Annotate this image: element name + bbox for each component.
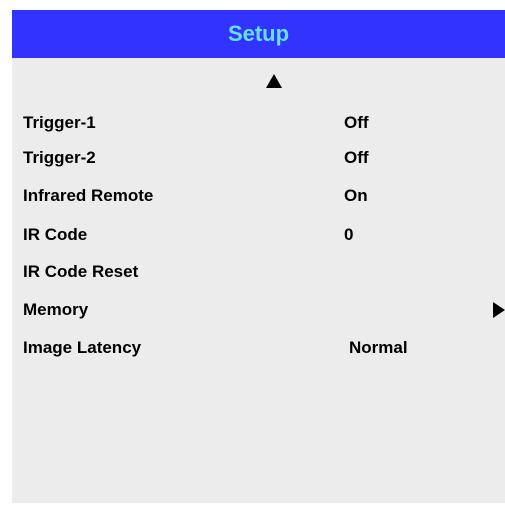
menu-title-bar: Setup — [12, 10, 505, 58]
menu-item-ir-code-reset[interactable]: IR Code Reset — [12, 257, 505, 287]
menu-item-value: Off — [344, 113, 369, 132]
menu-item-label: IR Code Reset — [23, 262, 139, 281]
menu-item-value: Normal — [349, 338, 408, 357]
submenu-arrow-icon[interactable] — [493, 302, 505, 318]
menu-item-memory[interactable]: Memory — [12, 295, 505, 325]
menu-title: Setup — [227, 21, 290, 46]
menu-item-trigger-2[interactable]: Trigger-2 Off — [12, 143, 505, 173]
menu-item-value: 0 — [344, 225, 354, 244]
setup-menu-panel: Setup Trigger-1 Off Trigger-2 Off Infrar… — [12, 10, 505, 503]
menu-item-image-latency[interactable]: Image Latency Normal — [12, 333, 505, 363]
menu-item-label: Infrared Remote — [23, 186, 154, 205]
menu-item-label: Image Latency — [23, 338, 142, 357]
menu-item-label: IR Code — [23, 225, 88, 244]
menu-item-ir-code[interactable]: IR Code 0 — [12, 220, 505, 250]
menu-item-infrared-remote[interactable]: Infrared Remote On — [12, 181, 505, 211]
menu-item-value: Off — [344, 148, 369, 167]
menu-item-label: Memory — [23, 300, 89, 319]
menu-item-label: Trigger-1 — [23, 113, 96, 132]
menu-item-value: On — [344, 186, 368, 205]
scroll-up-icon[interactable] — [266, 74, 282, 88]
menu-item-trigger-1[interactable]: Trigger-1 Off — [12, 108, 505, 138]
menu-item-label: Trigger-2 — [23, 148, 96, 167]
